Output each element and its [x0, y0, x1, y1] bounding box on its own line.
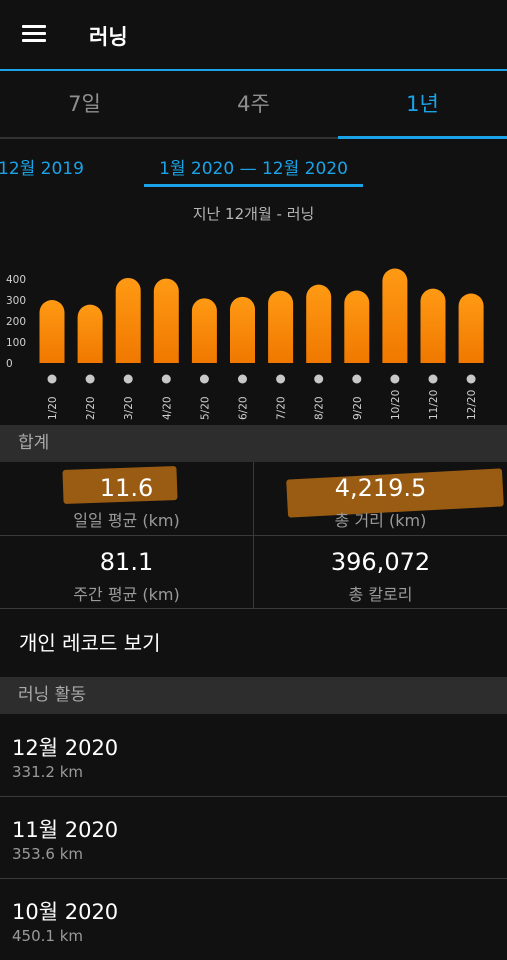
activity-month: 12월 2020 — [12, 736, 119, 760]
month-dot — [199, 374, 209, 384]
y-tick-label: 400 — [6, 274, 26, 286]
chart-bar — [191, 298, 217, 363]
weekly-average-stat: 81.1 주간 평균 (km) — [0, 536, 253, 608]
daily-average-value: 11.6 — [99, 474, 154, 502]
x-tick-label: 5/20 — [199, 396, 211, 420]
total-distance-value: 4,219.5 — [334, 474, 427, 502]
month-dot — [85, 374, 95, 384]
total-calories-stat: 396,072 총 칼로리 — [254, 536, 507, 608]
current-period[interactable]: 1월 2020 — 12월 2020 — [144, 154, 363, 179]
tab-7-days[interactable]: 7일 — [0, 71, 169, 137]
month-dot — [276, 374, 286, 384]
month-dot — [47, 374, 57, 384]
chart-bar — [77, 304, 103, 363]
total-calories-value: 396,072 — [330, 548, 431, 576]
month-dot — [161, 374, 171, 384]
month-dot — [352, 374, 362, 384]
list-item[interactable]: 11월 2020 353.6 km — [0, 797, 507, 878]
activity-month: 11월 2020 — [12, 818, 119, 842]
x-tick-label: 11/20 — [428, 390, 440, 420]
total-calories-label: 총 칼로리 — [348, 585, 413, 604]
x-tick-label: 8/20 — [314, 396, 326, 420]
chart-bar — [230, 296, 255, 363]
activity-distance: 353.6 km — [12, 845, 84, 863]
y-tick-label: 0 — [6, 358, 13, 370]
chart-bar — [153, 278, 179, 363]
month-dot — [390, 374, 400, 384]
period-selector: 12월 2019 1월 2020 — 12월 2020 — [0, 139, 507, 189]
chart-bar — [39, 300, 65, 363]
x-tick-label: 12/20 — [466, 390, 478, 420]
total-distance-label: 총 거리 (km) — [334, 511, 427, 530]
summary-vertical-divider — [253, 462, 254, 608]
monthly-distance-chart: 0 100 200 300 400 1/20 2/20 3/20 4/20 5/20 6/20 7/… — [6, 268, 484, 420]
chart-bar — [268, 290, 294, 363]
month-dot — [466, 374, 476, 384]
x-tick-label: 2/20 — [85, 396, 97, 420]
y-tick-label: 100 — [6, 337, 26, 349]
hamburger-menu-icon[interactable] — [22, 25, 46, 43]
app-header: 러닝 — [0, 0, 507, 70]
activity-distance: 450.1 km — [12, 927, 84, 945]
period-tabs: 7일 4주 1년 — [0, 71, 507, 139]
x-tick-label: 3/20 — [123, 396, 135, 420]
daily-average-label: 일일 평균 (km) — [73, 511, 180, 530]
month-dot — [428, 374, 438, 384]
list-item[interactable]: 12월 2020 331.2 km — [0, 715, 507, 796]
weekly-average-value: 81.1 — [99, 548, 154, 576]
y-tick-label: 300 — [6, 295, 26, 307]
chart-bar — [420, 288, 446, 363]
list-item[interactable]: 10월 2020 450.1 km — [0, 879, 507, 960]
chart-caption: 지난 12개월 - 러닝 — [192, 205, 315, 223]
personal-records-link[interactable]: 개인 레코드 보기 — [0, 609, 507, 677]
activity-distance: 331.2 km — [12, 763, 84, 781]
x-tick-label: 10/20 — [390, 390, 402, 420]
x-tick-label: 7/20 — [276, 396, 288, 420]
page-title: 러닝 — [89, 25, 128, 49]
chart-bar — [115, 277, 141, 363]
chart-bar — [382, 268, 408, 363]
month-dot — [123, 374, 133, 384]
chart-bar — [344, 290, 370, 363]
month-dot — [238, 374, 247, 384]
current-period-underline — [144, 184, 363, 187]
y-tick-label: 200 — [6, 316, 26, 328]
x-tick-label: 4/20 — [161, 396, 173, 420]
activity-month: 10월 2020 — [12, 900, 119, 924]
activities-header: 러닝 활동 — [0, 677, 507, 714]
summary-header: 합계 — [0, 425, 507, 462]
previous-period-link[interactable]: 12월 2019 — [0, 154, 84, 179]
weekly-average-label: 주간 평균 (km) — [73, 585, 180, 604]
x-tick-label: 9/20 — [352, 396, 364, 420]
tab-1-year[interactable]: 1년 — [338, 71, 507, 137]
x-tick-label: 1/20 — [47, 396, 59, 420]
chart-bar — [458, 293, 484, 363]
chart-bar — [306, 284, 332, 363]
month-dot — [314, 374, 324, 384]
daily-average-stat: 11.6 일일 평균 (km) — [0, 462, 253, 534]
total-distance-stat: 4,219.5 총 거리 (km) — [254, 462, 507, 534]
tab-4-weeks[interactable]: 4주 — [169, 71, 338, 137]
x-tick-label: 6/20 — [238, 396, 250, 420]
